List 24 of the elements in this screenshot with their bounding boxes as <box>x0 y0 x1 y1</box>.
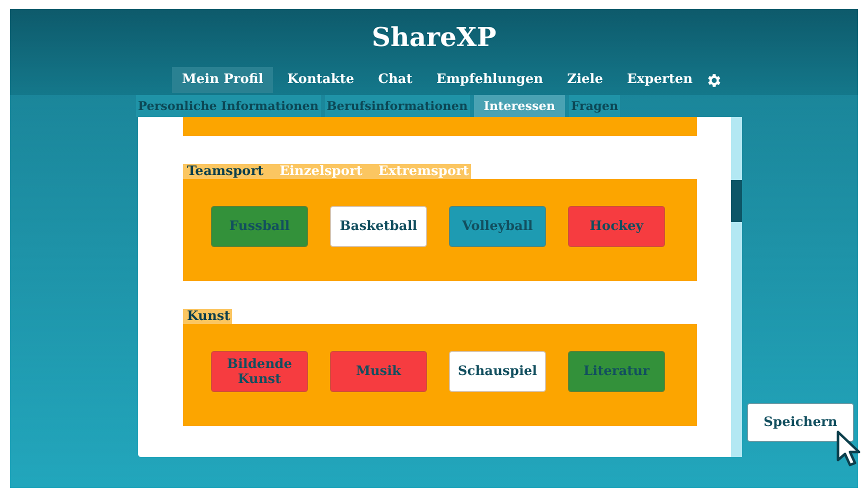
interest-button[interactable]: Schauspiel <box>449 351 546 392</box>
sub-tab[interactable]: Interessen <box>474 95 566 117</box>
app-title: ShareXP <box>372 22 496 55</box>
interest-button[interactable]: Basketball <box>330 206 427 247</box>
sub-tab[interactable]: Berufsinformationen <box>324 95 470 117</box>
interest-button[interactable]: Bildende Kunst <box>211 351 308 392</box>
nav-tab[interactable]: Experten <box>617 67 703 93</box>
nav-tab[interactable]: Chat <box>368 67 422 93</box>
sub-tab[interactable]: Fragen <box>569 95 620 117</box>
nav-tab[interactable]: Kontakte <box>277 67 364 93</box>
nav-tab[interactable]: Ziele <box>557 67 614 93</box>
category-tab[interactable]: Einzelsport <box>280 164 378 179</box>
interest-button[interactable]: Hockey <box>568 206 665 247</box>
interest-button[interactable]: Musik <box>330 351 427 392</box>
scrollbar-thumb[interactable] <box>731 180 742 222</box>
nav-tab[interactable]: Empfehlungen <box>426 67 554 93</box>
save-button[interactable]: Speichern <box>747 403 854 442</box>
interest-button[interactable]: Volleyball <box>449 206 546 247</box>
interest-button[interactable]: Fussball <box>211 206 308 247</box>
category-tab[interactable]: Teamsport <box>187 164 280 179</box>
sub-tab[interactable]: Personliche Informationen <box>136 95 321 117</box>
nav-tab[interactable]: Mein Profil <box>172 67 274 93</box>
category-tab[interactable]: Extremsport <box>378 164 471 179</box>
interest-button[interactable]: Literatur <box>568 351 665 392</box>
